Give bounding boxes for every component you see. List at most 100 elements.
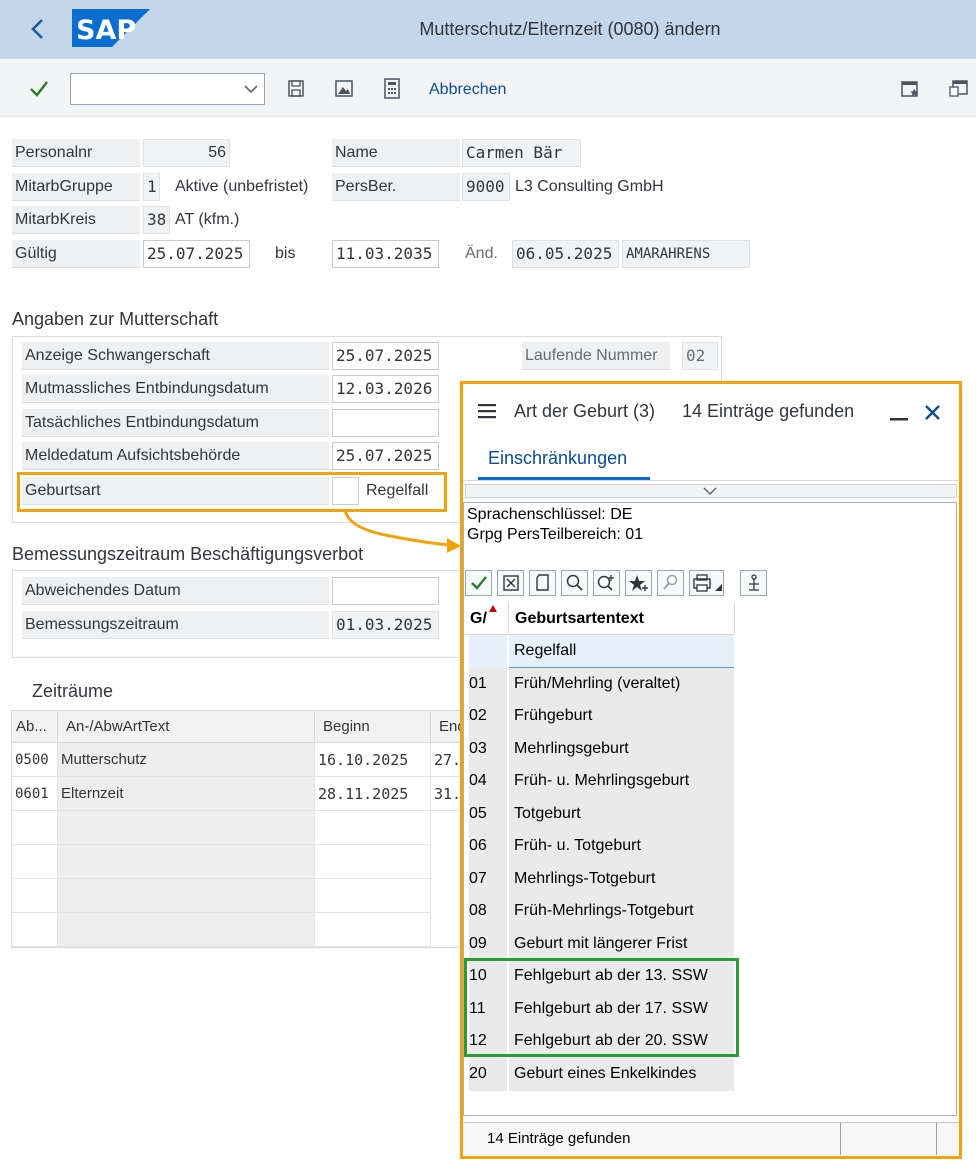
list-item-key: 05: [469, 798, 507, 831]
list-item[interactable]: 02 Frühgeburt: [465, 700, 734, 733]
table-cell[interactable]: 31.: [431, 777, 463, 811]
restriction-language: Sprachenschlüssel: DE: [467, 506, 633, 523]
table-cell[interactable]: Elternzeit: [58, 777, 315, 811]
window-icon[interactable]: [948, 79, 970, 101]
list-item[interactable]: 09 Geburt mit längerer Frist: [465, 928, 734, 961]
check-icon: [470, 576, 487, 590]
tatsaechl-label: Tatsächliches Entbindungsdatum: [22, 409, 329, 437]
name-label: Name: [332, 139, 460, 167]
popup-count: 14 Einträge gefunden: [682, 401, 855, 421]
list-header-key[interactable]: G/: [465, 603, 508, 635]
table-cell[interactable]: [12, 811, 58, 845]
table-cell[interactable]: [315, 845, 431, 879]
list-item[interactable]: 04 Früh- u. Mehrlingsgeburt: [465, 765, 734, 798]
list-header-divider: [734, 603, 735, 635]
abw-field[interactable]: [332, 577, 439, 605]
tab-einschraenkungen[interactable]: Einschränkungen: [488, 446, 627, 470]
help-button[interactable]: [657, 570, 684, 596]
command-field[interactable]: [70, 73, 265, 105]
table-cell[interactable]: [58, 879, 315, 913]
save-icon[interactable]: [287, 79, 305, 99]
dropdown-icon[interactable]: [244, 83, 258, 95]
cancel-button[interactable]: Abbrechen: [429, 78, 506, 102]
column-header[interactable]: Beginn: [315, 711, 431, 743]
collapse-bar[interactable]: [465, 484, 957, 498]
mutmass-field[interactable]: 12.03.2026: [332, 375, 439, 403]
mitarbkreis-label: MitarbKreis: [12, 206, 140, 234]
table-cell[interactable]: [12, 913, 58, 947]
persber-text: L3 Consulting GmbH: [515, 178, 664, 195]
aend-date-field[interactable]: 06.05.2025: [512, 240, 619, 268]
table-cell[interactable]: [315, 811, 431, 845]
list-item[interactable]: Regelfall: [465, 635, 734, 668]
table-cell[interactable]: 28.11.2025: [315, 777, 431, 811]
table-cell[interactable]: [58, 811, 315, 845]
lfd-field[interactable]: 02: [682, 342, 718, 370]
gueltig-from-field[interactable]: 25.07.2025: [143, 240, 250, 268]
tatsaechl-field[interactable]: [332, 409, 439, 437]
list-item-text: Früh/Mehrling (veraltet): [509, 668, 734, 701]
list-item[interactable]: 06 Früh- u. Totgeburt: [465, 830, 734, 863]
list-item[interactable]: 20 Geburt eines Enkelkindes: [465, 1058, 734, 1091]
list-item-key: 03: [469, 733, 507, 766]
persber-code[interactable]: 9000: [462, 173, 510, 201]
list-item-key: 04: [469, 765, 507, 798]
table-cell[interactable]: [315, 879, 431, 913]
melde-field[interactable]: 25.07.2025: [332, 442, 439, 470]
cancel-selection-button[interactable]: [497, 570, 524, 596]
anzeige-field[interactable]: 25.07.2025: [332, 342, 439, 370]
gueltig-to-field[interactable]: 11.03.2035: [332, 240, 439, 268]
close-icon[interactable]: [922, 402, 944, 424]
table-cell[interactable]: 0500: [12, 743, 58, 777]
calculator-icon[interactable]: [383, 78, 401, 100]
search-button[interactable]: [561, 570, 588, 596]
name-field[interactable]: Carmen Bär: [462, 139, 581, 167]
menu-icon[interactable]: [476, 401, 498, 421]
zeitraum-label: Bemessungszeitraum: [22, 611, 329, 639]
mitarbgruppe-code[interactable]: 1: [143, 173, 160, 201]
list-item-key: 01: [469, 668, 507, 701]
table-cell[interactable]: 27.: [431, 743, 463, 777]
copy-icon: [535, 574, 549, 591]
abw-label: Abweichendes Datum: [22, 577, 329, 605]
list-item[interactable]: 08 Früh-Mehrlings-Totgeburt: [465, 895, 734, 928]
table-cell[interactable]: 0601: [12, 777, 58, 811]
table-cell[interactable]: [12, 845, 58, 879]
mitarbkreis-code[interactable]: 38: [143, 206, 170, 234]
list-item-key: 07: [469, 863, 507, 896]
personal-list-button[interactable]: [625, 570, 652, 596]
image-icon[interactable]: [334, 79, 354, 99]
personalnr-field[interactable]: 56: [143, 139, 230, 167]
zeitraeume-table: Ab... An-/AbwArtText Beginn End 0500 Mut…: [11, 710, 463, 948]
miscarriage-highlight: [464, 958, 739, 1057]
list-item-key: [469, 635, 507, 668]
aend-user-field[interactable]: AMARAHRENS: [622, 240, 750, 268]
list-header-text[interactable]: Geburtsartentext: [508, 603, 734, 635]
list-item[interactable]: 03 Mehrlingsgeburt: [465, 733, 734, 766]
accept-button[interactable]: [465, 570, 492, 596]
minimize-icon[interactable]: [888, 402, 910, 424]
chevron-down-icon[interactable]: [702, 486, 718, 496]
column-header[interactable]: Ab...: [12, 711, 58, 743]
table-cell[interactable]: 16.10.2025: [315, 743, 431, 777]
list-item[interactable]: 01 Früh/Mehrling (veraltet): [465, 668, 734, 701]
table-cell[interactable]: [315, 913, 431, 947]
list-item[interactable]: 05 Totgeburt: [465, 798, 734, 831]
search-next-button[interactable]: [593, 570, 620, 596]
check-icon[interactable]: [28, 78, 50, 100]
column-header[interactable]: An-/AbwArtText: [58, 711, 315, 743]
bis-label: bis: [275, 245, 296, 262]
table-cell[interactable]: [12, 879, 58, 913]
zeitraum-field[interactable]: 01.03.2025: [332, 611, 439, 639]
table-cell[interactable]: Mutterschutz: [58, 743, 315, 777]
window-new-icon[interactable]: [900, 79, 922, 101]
list-item-text: Früh- u. Totgeburt: [509, 830, 734, 863]
list-item-text: Regelfall: [509, 635, 734, 668]
table-cell[interactable]: [58, 845, 315, 879]
table-cell[interactable]: [58, 913, 315, 947]
list-item[interactable]: 07 Mehrlings-Totgeburt: [465, 863, 734, 896]
layout-button[interactable]: [740, 570, 767, 596]
copy-button[interactable]: [529, 570, 556, 596]
column-header[interactable]: End: [431, 711, 463, 743]
print-button[interactable]: [689, 570, 724, 596]
